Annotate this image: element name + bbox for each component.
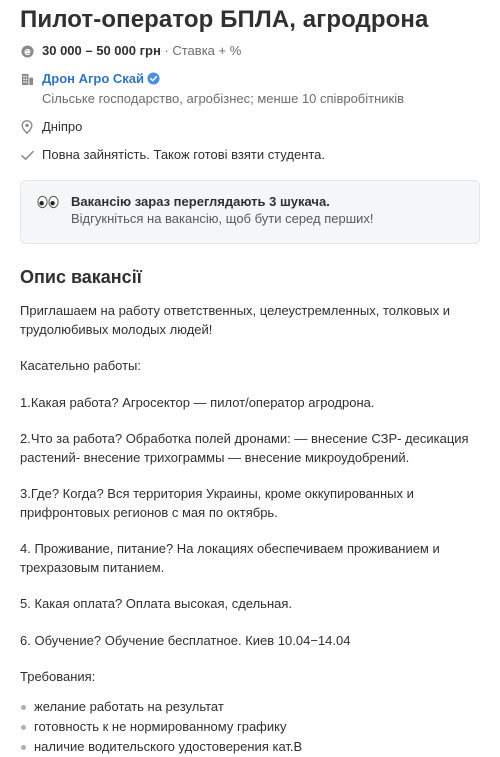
- location-icon: [20, 120, 34, 134]
- description-paragraph: Приглашаем на работу ответственных, целе…: [20, 303, 451, 337]
- description-paragraph: 2.Что за работа? Обработка полей дронами…: [20, 431, 469, 465]
- requirements-list: желание работать на результат готовность…: [20, 697, 480, 757]
- list-item: наличие водительского удостоверения кат.…: [20, 737, 480, 757]
- salary-note: · Ставка + %: [164, 43, 242, 58]
- list-item: желание работать на результат: [20, 697, 480, 717]
- job-title: Пилот-оператор БПЛА, агродрона: [20, 6, 429, 33]
- alert-subtitle: Відгукніться на вакансію, щоб бути серед…: [71, 211, 374, 226]
- employment-row: Повна зайнятість. Також готові взяти сту…: [20, 146, 480, 164]
- description-paragraph: 5. Какая оплата? Оплата высокая, сдельна…: [20, 596, 293, 611]
- description-paragraph: Касательно работы:: [20, 358, 141, 373]
- eyes-icon: [37, 195, 59, 214]
- company-icon: [20, 72, 34, 86]
- salary-icon: ₴: [20, 44, 34, 58]
- location-row: Дніпро: [20, 118, 480, 136]
- alert-title: Вакансію зараз переглядають 3 шукача.: [71, 194, 330, 209]
- employment-text: Повна зайнятість. Також готові взяти сту…: [42, 147, 326, 162]
- svg-text:₴: ₴: [23, 46, 30, 56]
- description-body: Приглашаем на работу ответственных, целе…: [20, 302, 480, 757]
- company-link[interactable]: Дрон Агро Скай: [42, 71, 144, 86]
- requirements-label: Требования:: [20, 669, 96, 684]
- company-details: Сільське господарство, агробізнес; менше…: [42, 91, 405, 106]
- list-item: готовность к не нормированному графику: [20, 717, 480, 737]
- description-paragraph: 6. Обучение? Обучение бесплатное. Киев 1…: [20, 632, 351, 648]
- check-icon: [20, 148, 34, 162]
- description-heading: Опис вакансії: [20, 267, 142, 287]
- viewers-alert: Вакансію зараз переглядають 3 шукача. Ві…: [20, 180, 480, 244]
- description-paragraph: 4. Проживание, питание? На локациях обес…: [20, 541, 440, 575]
- description-paragraph: 3.Где? Когда? Вся территория Украины, кр…: [20, 486, 414, 520]
- verified-icon: [147, 72, 160, 90]
- salary-row: ₴ 30 000 – 50 000 грн · Ставка + %: [20, 42, 480, 60]
- job-meta: ₴ 30 000 – 50 000 грн · Ставка + % Дрон …: [20, 42, 480, 164]
- salary-value: 30 000 – 50 000 грн: [42, 43, 161, 58]
- description-paragraph: 1.Какая работа? Агросектор — пилот/опера…: [20, 394, 375, 410]
- job-page: Пилот-оператор БПЛА, агродрона ₴ 30 000 …: [0, 0, 500, 757]
- company-row: Дрон Агро Скай Сільське господарство, аг…: [20, 70, 480, 108]
- location-text: Дніпро: [42, 119, 83, 134]
